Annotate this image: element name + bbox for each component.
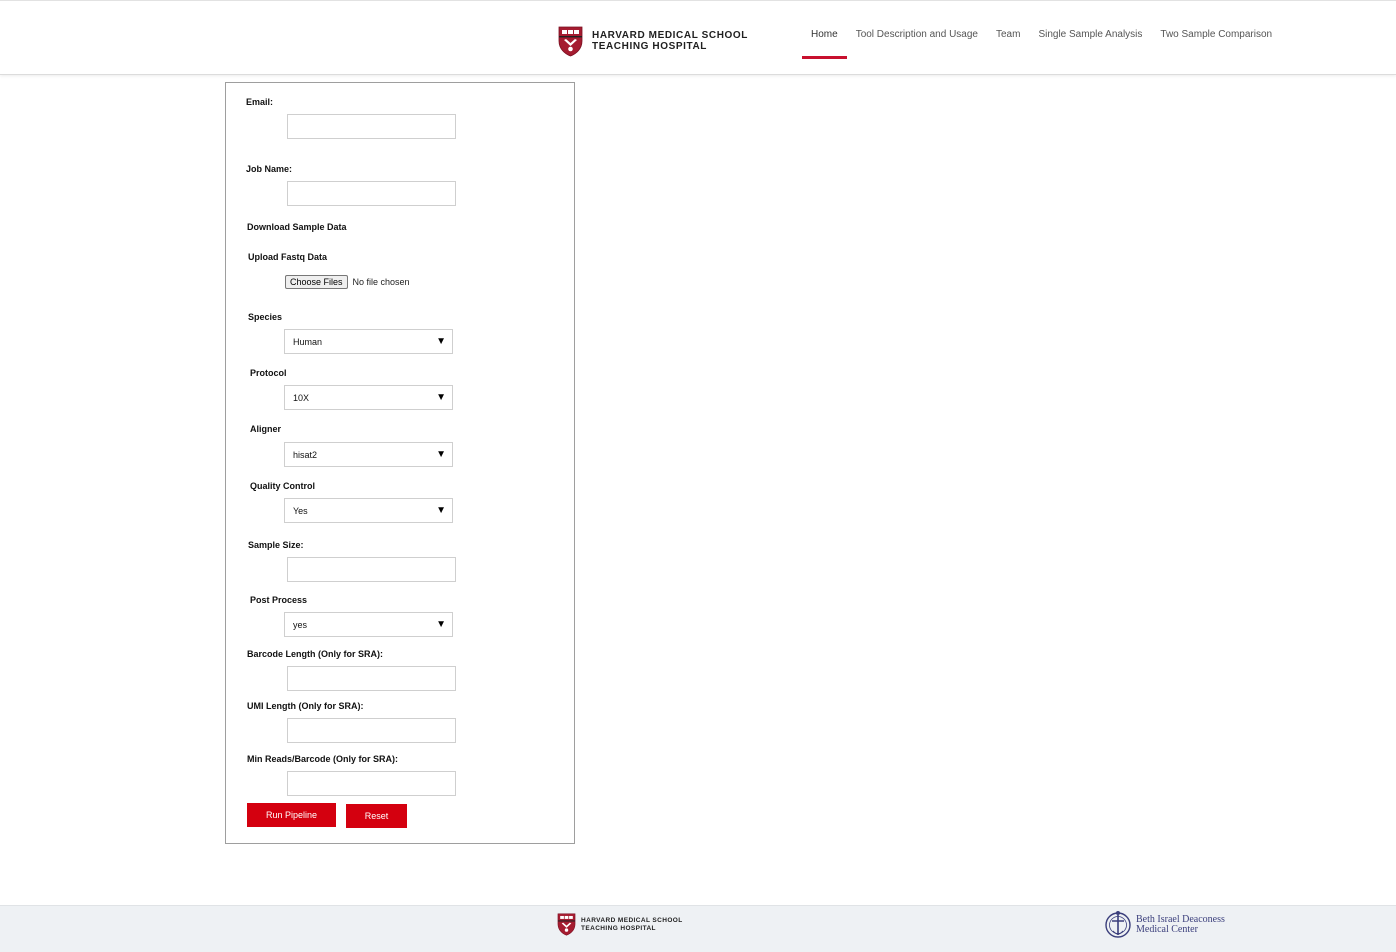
min-reads-input[interactable] [287, 771, 456, 796]
main-nav: Home Tool Description and Usage Team Sin… [802, 29, 1290, 59]
species-selected-value: Human [293, 336, 323, 347]
harvard-shield-icon [558, 26, 583, 56]
brand-text: HARVARD MEDICAL SCHOOL TEACHING HOSPITAL [592, 30, 748, 52]
sample-size-label: Sample Size: [248, 540, 304, 550]
species-label: Species [248, 312, 283, 322]
sample-size-input[interactable] [287, 557, 456, 582]
umi-length-input[interactable] [287, 718, 456, 743]
email-label: Email: [246, 97, 274, 107]
site-footer: HARVARD MEDICAL SCHOOL TEACHING HOSPITAL… [0, 905, 1396, 952]
footer-brand-text: HARVARD MEDICAL SCHOOL TEACHING HOSPITAL [581, 917, 683, 932]
barcode-length-label: Barcode Length (Only for SRA): [247, 649, 384, 659]
footer-brand-line-1: HARVARD MEDICAL SCHOOL [581, 917, 683, 924]
bidmc-emblem-icon [1105, 911, 1131, 938]
nav-single-sample-analysis[interactable]: Single Sample Analysis [1038, 29, 1142, 59]
species-select[interactable]: Human ▼ [284, 329, 453, 354]
file-status-text: No file chosen [352, 277, 410, 287]
brand-line-2: TEACHING HOSPITAL [592, 41, 708, 52]
nav-home[interactable]: Home [802, 29, 847, 59]
protocol-select[interactable]: 10X ▼ [284, 385, 453, 410]
chevron-down-icon: ▼ [436, 336, 446, 347]
post-process-selected-value: yes [293, 619, 308, 630]
quality-control-selected-value: Yes [293, 505, 308, 516]
bidmc-line-2: Medical Center [1136, 924, 1198, 935]
file-upload: Choose Files No file chosen [285, 275, 410, 289]
job-name-label: Job Name: [246, 164, 293, 174]
protocol-selected-value: 10X [293, 392, 310, 403]
job-name-input[interactable] [287, 181, 456, 206]
run-pipeline-button[interactable]: Run Pipeline [247, 803, 336, 827]
post-process-label: Post Process [250, 595, 308, 605]
bidmc-logo[interactable]: Beth Israel Deaconess Medical Center [1104, 909, 1225, 941]
site-header: HARVARD MEDICAL SCHOOL TEACHING HOSPITAL… [0, 0, 1396, 75]
chevron-down-icon: ▼ [436, 392, 446, 403]
footer-hms-logo[interactable]: HARVARD MEDICAL SCHOOL TEACHING HOSPITAL [557, 913, 683, 936]
chevron-down-icon: ▼ [436, 449, 446, 460]
chevron-down-icon: ▼ [436, 505, 446, 516]
upload-fastq-label: Upload Fastq Data [248, 252, 328, 262]
barcode-length-input[interactable] [287, 666, 456, 691]
aligner-label: Aligner [250, 424, 282, 434]
brand-line-1: HARVARD MEDICAL SCHOOL [592, 30, 748, 41]
min-reads-label: Min Reads/Barcode (Only for SRA): [247, 754, 399, 764]
nav-team[interactable]: Team [996, 29, 1020, 59]
download-sample-data-link[interactable]: Download Sample Data [247, 222, 347, 232]
protocol-label: Protocol [250, 368, 287, 378]
post-process-select[interactable]: yes ▼ [284, 612, 453, 637]
harvard-shield-icon [557, 913, 576, 936]
quality-control-label: Quality Control [250, 481, 315, 491]
pipeline-form: Email: Job Name: Download Sample Data Up… [225, 82, 575, 844]
nav-tool-description[interactable]: Tool Description and Usage [856, 29, 978, 59]
footer-brand-line-2: TEACHING HOSPITAL [581, 924, 656, 932]
reset-button[interactable]: Reset [346, 804, 407, 828]
bidmc-text: Beth Israel Deaconess Medical Center [1136, 915, 1225, 935]
umi-length-label: UMI Length (Only for SRA): [247, 701, 364, 711]
choose-files-button[interactable]: Choose Files [285, 275, 348, 289]
quality-control-select[interactable]: Yes ▼ [284, 498, 453, 523]
hms-logo[interactable]: HARVARD MEDICAL SCHOOL TEACHING HOSPITAL [558, 25, 748, 57]
nav-two-sample-comparison[interactable]: Two Sample Comparison [1160, 29, 1272, 59]
aligner-selected-value: hisat2 [293, 449, 318, 460]
chevron-down-icon: ▼ [436, 619, 446, 630]
aligner-select[interactable]: hisat2 ▼ [284, 442, 453, 467]
email-input[interactable] [287, 114, 456, 139]
